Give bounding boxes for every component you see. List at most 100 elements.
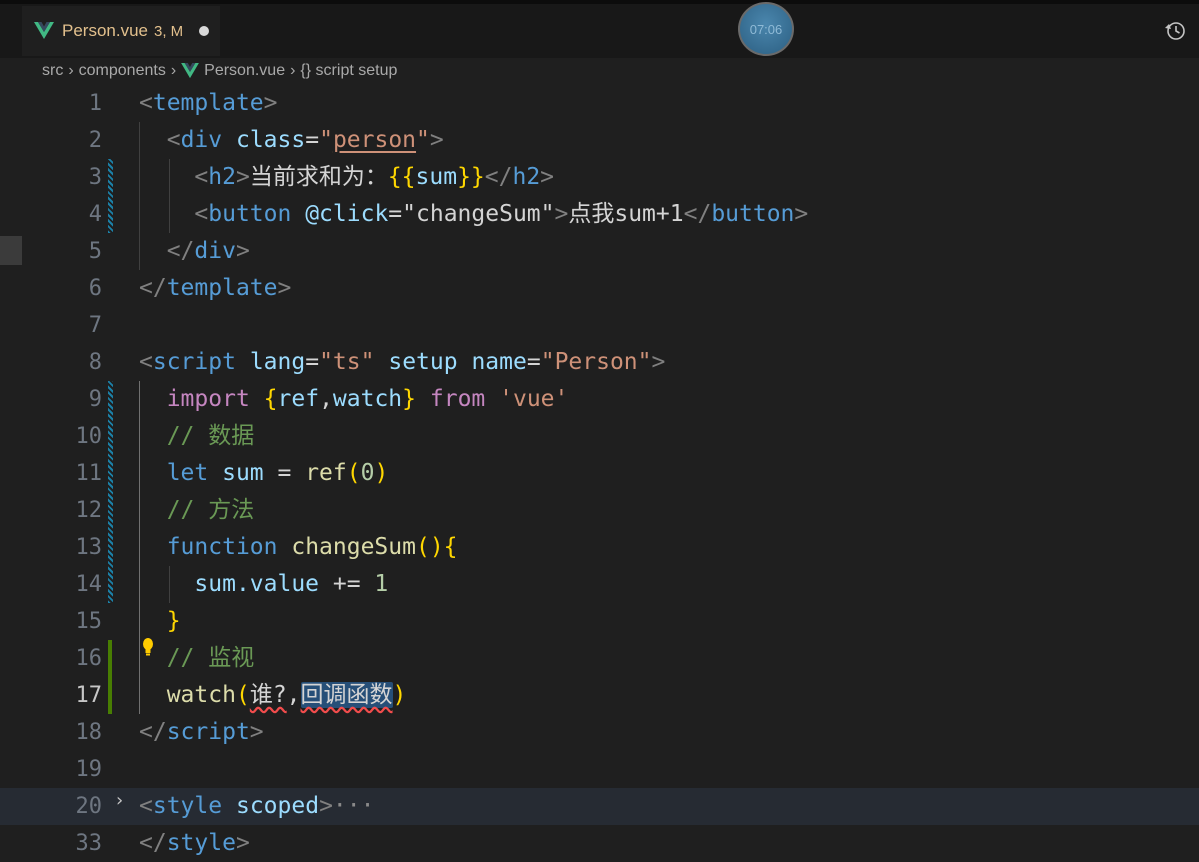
code-line[interactable]: 12 // 方法 <box>0 492 1199 529</box>
code-token: sum <box>415 164 458 190</box>
code-line[interactable]: 7 <box>0 307 1199 344</box>
code-token: @click <box>305 201 389 227</box>
breadcrumb-components[interactable]: components <box>79 62 166 80</box>
code-token: changeSum <box>416 201 541 227</box>
selected-text[interactable]: 回调函数 <box>300 682 393 708</box>
code-editor[interactable]: 1 <template> 2 <div class="person"> 3 <h… <box>0 85 1199 856</box>
code-token: script <box>152 349 236 375</box>
code-token: 点我sum+1 <box>568 201 684 227</box>
code-token: person <box>332 127 417 153</box>
code-token: = <box>263 460 306 486</box>
code-token: ref <box>277 386 320 412</box>
folded-ellipsis[interactable]: ··· <box>333 793 375 819</box>
code-line[interactable]: 11 let sum = ref(0) <box>0 455 1199 492</box>
line-number: 16 <box>75 646 103 671</box>
chevron-right-icon[interactable]: › <box>114 790 125 811</box>
line-number: 3 <box>88 165 102 190</box>
code-token: .value <box>235 571 320 597</box>
code-token: div <box>194 238 236 264</box>
chevron-right-icon: › <box>68 62 74 79</box>
breadcrumb-src[interactable]: src <box>42 62 63 80</box>
code-token: += <box>319 571 375 597</box>
code-token: changeSum <box>291 534 416 560</box>
code-token: setup <box>388 349 458 375</box>
code-line[interactable]: 8 <script lang="ts" setup name="Person"> <box>0 344 1199 381</box>
code-token: from <box>429 386 486 412</box>
code-line[interactable]: 17 watch(谁?,回调函数) <box>0 677 1199 714</box>
line-number: 15 <box>75 609 103 634</box>
recording-timer: 07:06 <box>738 2 794 56</box>
code-token: watch <box>332 386 403 412</box>
code-token: 0 <box>360 460 375 486</box>
code-line[interactable]: 16 // 监视 <box>0 640 1199 677</box>
code-token: import <box>166 386 250 412</box>
code-token: let <box>166 460 209 486</box>
line-number: 17 <box>75 683 103 708</box>
line-number: 19 <box>75 757 103 782</box>
code-line[interactable]: 14 sum.value += 1 <box>0 566 1199 603</box>
code-line[interactable]: 13 function changeSum(){ <box>0 529 1199 566</box>
code-token: class <box>235 127 306 153</box>
line-number: 12 <box>75 498 103 523</box>
line-number: 1 <box>88 91 102 116</box>
tab-status: 3, M <box>154 22 184 40</box>
code-token: button <box>711 201 795 227</box>
code-token: h2 <box>208 164 236 190</box>
editor-tab-person-vue[interactable]: Person.vue 3, M <box>22 6 220 56</box>
breadcrumb-symbol[interactable]: {} script setup <box>300 62 397 80</box>
code-token: ts <box>332 349 361 375</box>
vue-icon <box>34 22 54 39</box>
code-line[interactable]: 6 </template> <box>0 270 1199 307</box>
code-token: sum <box>222 460 264 486</box>
code-line[interactable]: 3 <h2>当前求和为：{{sum}}</h2> <box>0 159 1199 196</box>
code-token: style <box>152 793 223 819</box>
code-line[interactable]: 15 } <box>0 603 1199 640</box>
code-token: ref <box>305 460 347 486</box>
chevron-right-icon: › <box>170 62 177 79</box>
line-number: 11 <box>75 461 103 486</box>
code-token: 谁? <box>249 682 287 708</box>
code-line[interactable]: 18 </script> <box>0 714 1199 751</box>
code-comment: // 数据 <box>166 423 255 449</box>
window-edge <box>0 0 1199 4</box>
code-line[interactable]: 4 <button @click="changeSum">点我sum+1</bu… <box>0 196 1199 233</box>
line-number: 14 <box>75 572 103 597</box>
code-token: 'vue' <box>499 386 569 412</box>
code-line[interactable]: 9 import {ref,watch} from 'vue' <box>0 381 1199 418</box>
code-line[interactable]: 20 <style scoped>··· <box>0 788 1199 825</box>
line-number: 4 <box>88 202 102 227</box>
line-number: 20 <box>75 794 103 819</box>
code-token: 1 <box>374 571 389 597</box>
line-number: 18 <box>75 720 103 745</box>
code-token: watch <box>166 682 236 708</box>
code-token: function <box>166 534 278 560</box>
history-icon[interactable] <box>1165 20 1187 42</box>
code-line[interactable]: 2 <div class="person"> <box>0 122 1199 159</box>
line-number: 7 <box>88 313 102 338</box>
code-token: template <box>166 275 278 301</box>
vue-icon <box>181 63 200 79</box>
code-token: style <box>166 830 236 856</box>
line-number: 10 <box>75 424 103 449</box>
code-comment: // 监视 <box>166 645 255 671</box>
line-number: 2 <box>88 128 102 153</box>
breadcrumb-file[interactable]: Person.vue <box>204 62 285 80</box>
code-line[interactable]: 19 <box>0 751 1199 788</box>
breadcrumb: src › components › Person.vue › {} scrip… <box>0 58 1199 84</box>
line-number: 13 <box>75 535 103 560</box>
code-token: h2 <box>512 164 541 190</box>
code-token: script <box>166 719 250 745</box>
chevron-right-icon: › <box>290 62 296 79</box>
unsaved-dot-icon[interactable] <box>199 26 210 36</box>
line-number: 9 <box>88 387 102 412</box>
code-line[interactable]: 5 </div> <box>0 233 1199 270</box>
code-token: lang <box>249 349 306 375</box>
code-token: button <box>208 201 292 227</box>
tab-filename: Person.vue <box>62 21 148 40</box>
code-line[interactable]: 10 // 数据 <box>0 418 1199 455</box>
code-line[interactable]: 1 <template> <box>0 85 1199 122</box>
lightbulb-icon[interactable] <box>140 637 156 657</box>
code-comment: // 方法 <box>166 497 255 523</box>
timer-text: 07:06 <box>749 21 783 37</box>
code-token: 当前求和为： <box>249 164 388 190</box>
